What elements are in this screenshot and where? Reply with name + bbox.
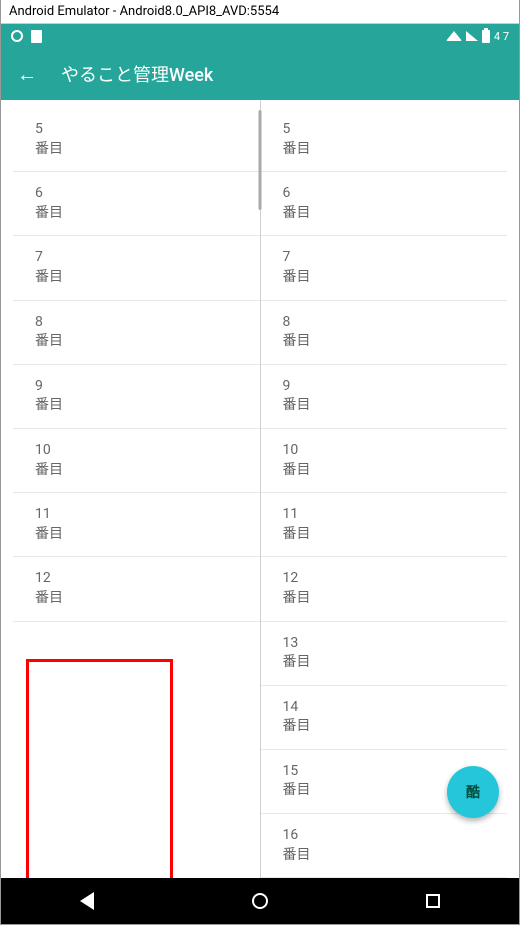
nav-home-icon[interactable] [252,893,268,909]
nav-back-icon[interactable] [80,892,94,910]
list-item[interactable]: 11番目 [13,493,260,557]
right-list[interactable]: 5番目6番目7番目8番目9番目10番目11番目12番目13番目14番目15番目1… [261,100,508,878]
list-item-suffix: 番目 [283,204,486,224]
list-item[interactable]: 7番目 [261,236,508,300]
list-item-suffix: 番目 [35,332,238,352]
scrollbar-thumb[interactable] [259,110,262,210]
list-item[interactable]: 10番目 [13,429,260,493]
list-item-suffix: 番目 [283,717,486,737]
signal-icon [466,31,478,41]
left-list[interactable]: 5番目6番目7番目8番目9番目10番目11番目12番目 [13,100,261,878]
list-item[interactable]: 7番目 [13,236,260,300]
list-item-number: 16 [283,826,486,846]
list-item-suffix: 番目 [283,653,486,673]
list-item-number: 11 [283,505,486,525]
status-sim-icon [31,30,42,43]
list-item-number: 8 [35,313,238,333]
list-item-number: 8 [283,313,486,333]
list-item-number: 7 [283,248,486,268]
list-item-suffix: 番目 [35,396,238,416]
list-item-suffix: 番目 [283,589,486,609]
list-item[interactable]: 11番目 [261,493,508,557]
wifi-icon [446,31,462,41]
list-item-suffix: 番目 [283,846,486,866]
back-arrow-icon[interactable]: ← [17,62,37,87]
list-item[interactable]: 16番目 [261,814,508,878]
list-item-number: 7 [35,248,238,268]
list-item-number: 10 [283,441,486,461]
list-item-number: 12 [35,569,238,589]
list-item-number: 13 [283,634,486,654]
list-item[interactable]: 13番目 [261,622,508,686]
list-item-number: 6 [35,184,238,204]
list-item[interactable]: 5番目 [261,108,508,172]
list-item[interactable]: 8番目 [261,301,508,365]
list-item[interactable]: 14番目 [261,686,508,750]
list-item-number: 5 [283,120,486,140]
nav-recent-icon[interactable] [426,894,440,908]
list-item-suffix: 番目 [35,461,238,481]
scrollbar[interactable] [259,110,262,868]
app-bar: ← やること管理Week [1,48,519,100]
battery-icon [482,30,490,43]
status-circle-icon [11,30,23,42]
list-item-suffix: 番目 [283,525,486,545]
list-item-number: 6 [283,184,486,204]
list-item-number: 5 [35,120,238,140]
list-item[interactable]: 8番目 [13,301,260,365]
list-item[interactable]: 9番目 [13,365,260,429]
app-title: やること管理Week [61,61,213,87]
list-item-number: 11 [35,505,238,525]
list-item-number: 12 [283,569,486,589]
status-time: 4 7 [494,30,509,43]
list-item-suffix: 番目 [283,140,486,160]
list-item-number: 9 [283,377,486,397]
list-item-number: 10 [35,441,238,461]
list-item-suffix: 番目 [35,525,238,545]
list-item[interactable]: 9番目 [261,365,508,429]
list-item-suffix: 番目 [35,140,238,160]
list-item-suffix: 番目 [283,332,486,352]
list-item[interactable]: 6番目 [13,172,260,236]
list-item-suffix: 番目 [35,589,238,609]
list-item-suffix: 番目 [35,268,238,288]
list-item[interactable]: 12番目 [261,557,508,621]
list-item[interactable]: 5番目 [13,108,260,172]
list-item[interactable]: 10番目 [261,429,508,493]
android-status-bar: 4 7 [1,24,519,48]
list-item-suffix: 番目 [283,268,486,288]
list-item-suffix: 番目 [283,461,486,481]
list-item-number: 14 [283,698,486,718]
list-item[interactable]: 6番目 [261,172,508,236]
list-item-suffix: 番目 [283,396,486,416]
list-item[interactable]: 12番目 [13,557,260,621]
emulator-window-title: Android Emulator - Android8.0_API8_AVD:5… [1,0,519,24]
android-nav-bar [1,878,519,924]
main-content: 5番目6番目7番目8番目9番目10番目11番目12番目 5番目6番目7番目8番目… [1,100,519,878]
list-item-number: 9 [35,377,238,397]
list-item-suffix: 番目 [35,204,238,224]
fab-button[interactable]: 酷 [447,766,499,818]
